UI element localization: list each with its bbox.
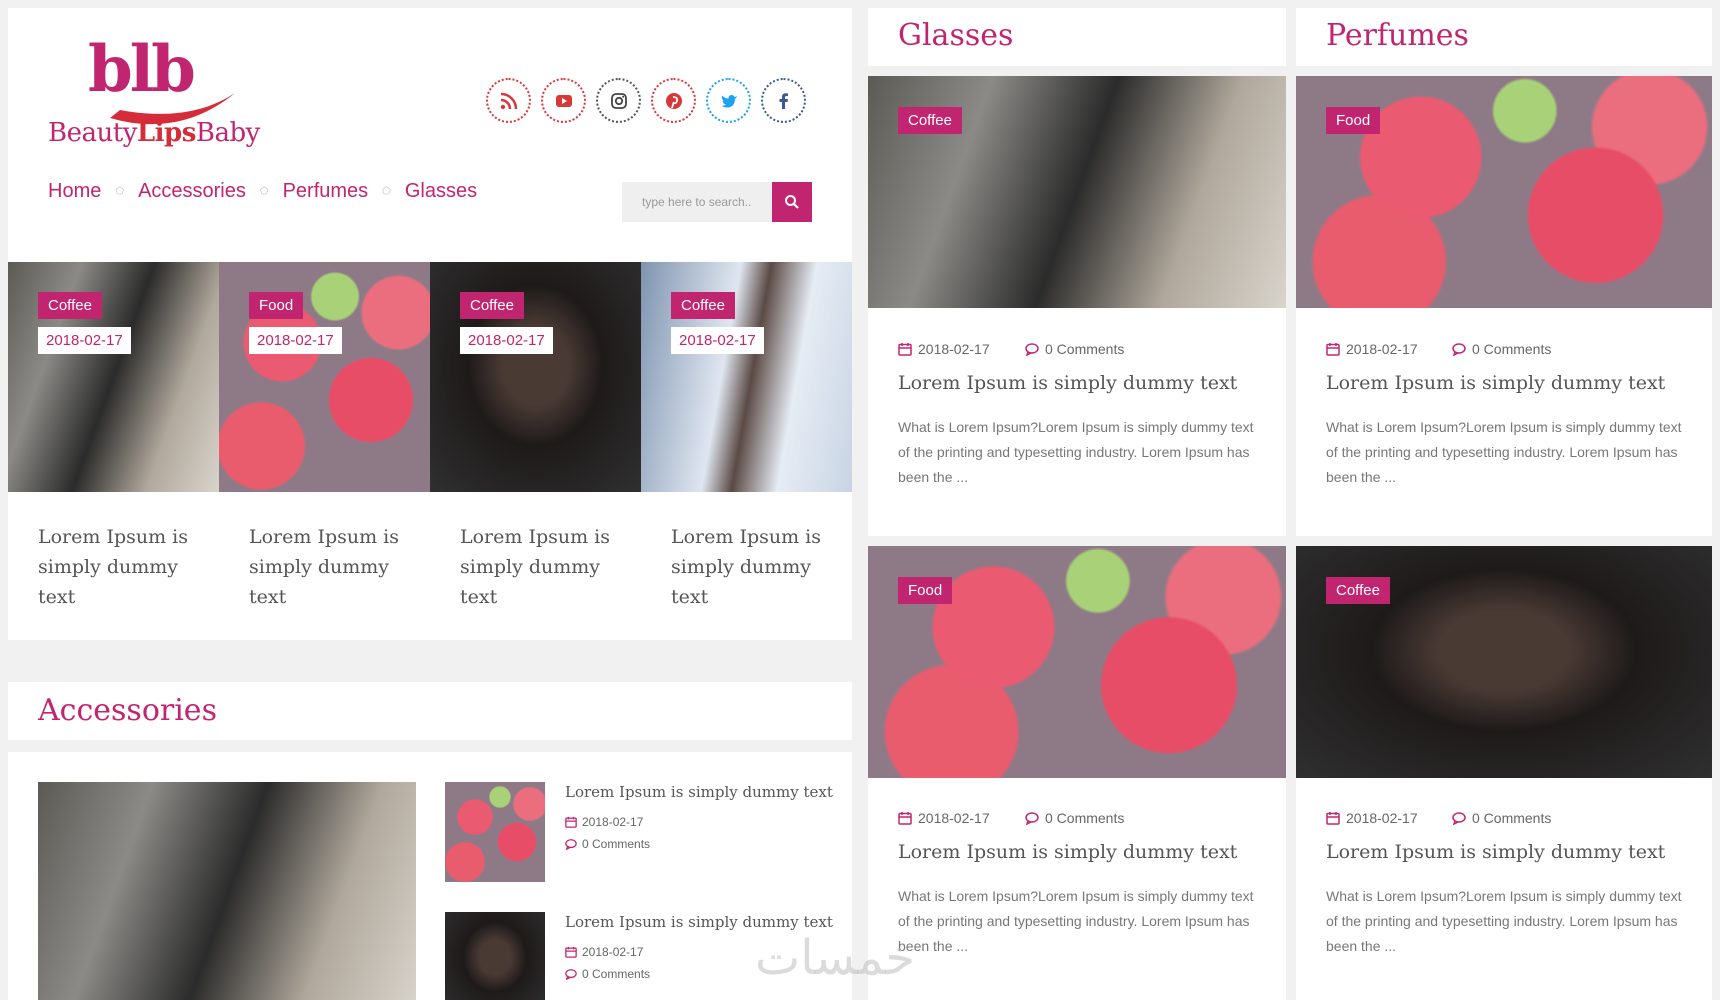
calendar-icon — [898, 812, 912, 825]
pinterest-icon — [665, 92, 682, 109]
category-tag[interactable]: Coffee — [1326, 577, 1390, 604]
featured-image[interactable] — [38, 782, 416, 1000]
date-badge: 2018-02-17 — [38, 327, 131, 354]
post-date: 2018-02-17 — [565, 945, 643, 959]
post-title[interactable]: Lorem Ipsum is simply dummy text — [565, 783, 833, 801]
thumb-image[interactable] — [445, 912, 545, 1000]
card-title[interactable]: Lorem Ipsum is simply dummy text — [1326, 841, 1665, 863]
twitter-icon — [721, 94, 737, 107]
comment-icon — [565, 839, 577, 850]
instagram-icon — [610, 92, 627, 109]
category-tag[interactable]: Food — [249, 292, 304, 319]
comment-icon — [1452, 343, 1466, 356]
slide-title[interactable]: Lorem Ipsum is simply dummy text — [671, 522, 841, 612]
comment-icon — [1452, 812, 1466, 825]
category-tag[interactable]: Coffee — [38, 292, 102, 319]
thumb-image[interactable] — [445, 782, 545, 882]
search-form — [622, 182, 812, 222]
nav-accessories[interactable]: Accessories — [138, 180, 246, 203]
instagram-link[interactable] — [596, 78, 641, 123]
watermark: خمسات — [755, 930, 916, 986]
card-excerpt: What is Lorem Ipsum?Lorem Ipsum is simpl… — [898, 888, 1254, 954]
comment-icon — [1025, 812, 1039, 825]
card-excerpt: What is Lorem Ipsum?Lorem Ipsum is simpl… — [1326, 419, 1682, 485]
section-title-perfumes[interactable]: Perfumes — [1326, 18, 1469, 53]
card-title[interactable]: Lorem Ipsum is simply dummy text — [898, 841, 1237, 863]
card-excerpt: What is Lorem Ipsum?Lorem Ipsum is simpl… — [1326, 888, 1682, 954]
card-comments[interactable]: 0 Comments — [1452, 810, 1551, 826]
logo-name: BeautyLipsBaby — [48, 118, 260, 148]
calendar-icon — [1326, 343, 1340, 356]
pinterest-link[interactable] — [651, 78, 696, 123]
twitter-link[interactable] — [706, 78, 751, 123]
comment-icon — [1025, 343, 1039, 356]
category-tag[interactable]: Food — [1326, 107, 1381, 134]
logo-mark: blb — [88, 32, 196, 107]
card-title[interactable]: Lorem Ipsum is simply dummy text — [1326, 372, 1665, 394]
date-badge: 2018-02-17 — [671, 327, 764, 354]
nav-separator-icon: ⬠ — [115, 186, 125, 197]
category-tag[interactable]: Coffee — [898, 107, 962, 134]
search-input[interactable] — [622, 182, 772, 222]
card-comments[interactable]: 0 Comments — [1452, 341, 1551, 357]
category-tag[interactable]: Coffee — [460, 292, 524, 319]
post-comments[interactable]: 0 Comments — [565, 967, 650, 981]
category-tag[interactable]: Food — [898, 577, 953, 604]
post-title[interactable]: Lorem Ipsum is simply dummy text — [565, 913, 833, 931]
card-date: 2018-02-17 — [1326, 341, 1418, 357]
nav-separator-icon: ⬠ — [382, 186, 391, 197]
card-date: 2018-02-17 — [898, 341, 990, 357]
calendar-icon — [565, 816, 577, 828]
slide-title[interactable]: Lorem Ipsum is simply dummy text — [38, 522, 208, 612]
nav-home[interactable]: Home — [48, 180, 101, 203]
card-date: 2018-02-17 — [898, 810, 990, 826]
rss-icon — [500, 92, 517, 109]
card-date: 2018-02-17 — [1326, 810, 1418, 826]
section-title-glasses[interactable]: Glasses — [898, 18, 1013, 53]
category-tag[interactable]: Coffee — [671, 292, 735, 319]
calendar-icon — [1326, 812, 1340, 825]
post-date: 2018-02-17 — [565, 815, 643, 829]
rss-link[interactable] — [486, 78, 531, 123]
comment-icon — [565, 969, 577, 980]
facebook-link[interactable] — [761, 78, 806, 123]
card-comments[interactable]: 0 Comments — [1025, 810, 1124, 826]
post-comments[interactable]: 0 Comments — [565, 837, 650, 851]
section-title-accessories[interactable]: Accessories — [38, 693, 217, 728]
social-links — [486, 78, 806, 123]
card-title[interactable]: Lorem Ipsum is simply dummy text — [898, 372, 1237, 394]
search-icon — [785, 195, 799, 209]
slide-title[interactable]: Lorem Ipsum is simply dummy text — [460, 522, 630, 612]
nav-glasses[interactable]: Glasses — [405, 180, 477, 203]
nav-separator-icon: ⬠ — [259, 186, 269, 197]
site-logo[interactable]: blb BeautyLipsBaby — [40, 38, 260, 158]
search-button[interactable] — [772, 182, 812, 222]
youtube-link[interactable] — [541, 78, 586, 123]
date-badge: 2018-02-17 — [460, 327, 553, 354]
youtube-icon — [555, 94, 572, 107]
slide-title[interactable]: Lorem Ipsum is simply dummy text — [249, 522, 419, 612]
card-excerpt: What is Lorem Ipsum?Lorem Ipsum is simpl… — [898, 419, 1254, 485]
card-comments[interactable]: 0 Comments — [1025, 341, 1124, 357]
date-badge: 2018-02-17 — [249, 327, 342, 354]
calendar-icon — [898, 343, 912, 356]
nav-perfumes[interactable]: Perfumes — [283, 180, 369, 203]
main-nav: Home ⬠ Accessories ⬠ Perfumes ⬠ Glasses — [48, 180, 477, 203]
calendar-icon — [565, 946, 577, 958]
facebook-icon — [779, 92, 788, 109]
